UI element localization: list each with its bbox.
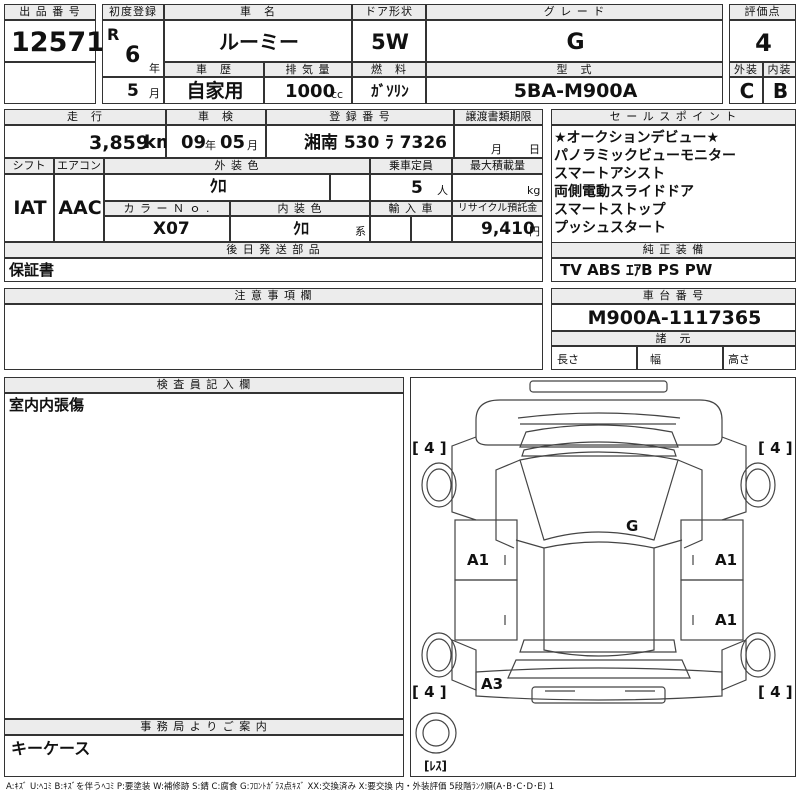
windshield	[519, 451, 679, 541]
front-bumper	[529, 380, 668, 393]
hood-line	[517, 412, 681, 419]
tire-front-left-inner	[426, 468, 452, 502]
windshield-top	[519, 424, 679, 448]
left-rear-door	[454, 579, 518, 641]
damage-mark-left-front-door: A1	[467, 551, 490, 569]
damage-mark-right-front-door: A1	[715, 551, 738, 569]
hood	[475, 399, 723, 446]
tire-rl-depth: [ 4 ]	[412, 683, 447, 701]
tire-rear-right-inner	[745, 638, 771, 672]
left-front-door	[454, 519, 518, 581]
spare-label: [ﾚｽ]	[424, 759, 447, 773]
legend: A:ｷｽﾞ U:ﾍｺﾐ B:ｷｽﾞを伴うﾍｺﾐ P:要塗装 W:補修跡 S:錆 …	[6, 782, 555, 792]
rear-bumper	[531, 686, 666, 704]
right-front-door	[680, 519, 744, 581]
tire-fr-depth: [ 4 ]	[758, 439, 793, 457]
windshield-top	[521, 441, 677, 457]
roof-line	[653, 539, 683, 549]
car-diagram	[415, 380, 776, 754]
tire-rear-left-inner	[426, 638, 452, 672]
tire-front-right-inner	[745, 468, 771, 502]
roof	[543, 541, 655, 657]
damage-mark-left-rear: A3	[481, 675, 504, 693]
spare-tire	[415, 712, 457, 754]
right-front-fender	[721, 436, 747, 521]
roof-line	[515, 539, 545, 549]
damage-mark-glass: G	[626, 517, 639, 535]
spare-tire-inner	[422, 719, 450, 747]
tire-fl-depth: [ 4 ]	[412, 439, 447, 457]
damage-mark-right-rear-door: A1	[715, 611, 738, 629]
tailgate	[475, 667, 723, 701]
right-rear-door	[680, 579, 744, 641]
tire-rr-depth: [ 4 ]	[758, 683, 793, 701]
